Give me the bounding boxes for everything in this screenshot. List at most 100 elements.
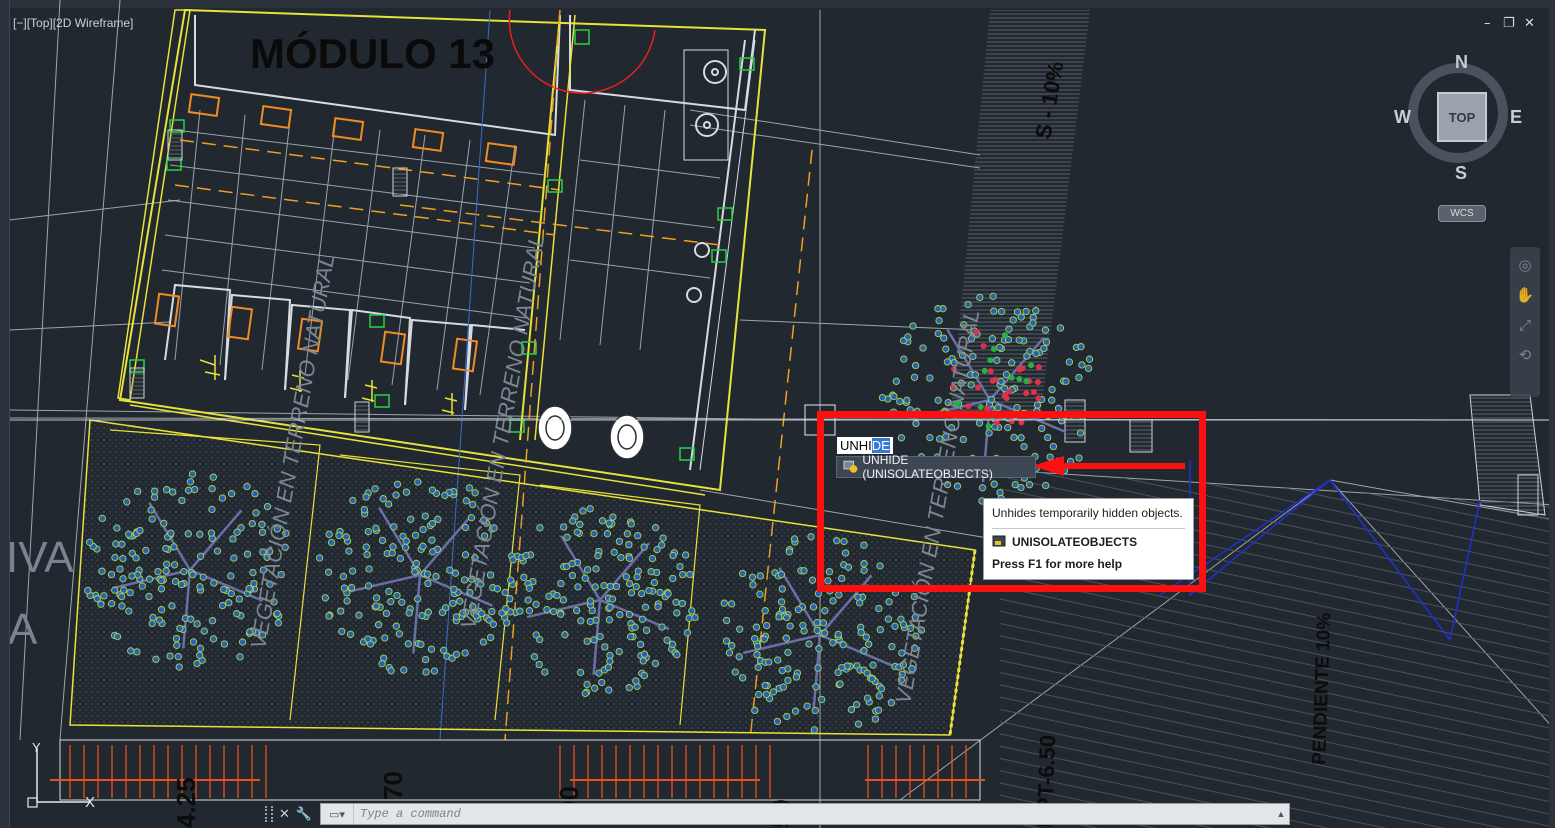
- close-viewport-button[interactable]: ✕: [1524, 16, 1535, 31]
- tree-leaf: [627, 589, 636, 597]
- tree-leaf: [586, 617, 595, 626]
- compass-west[interactable]: W: [1394, 107, 1411, 128]
- tree-leaf: [348, 567, 357, 575]
- tree-leaf: [800, 567, 808, 575]
- restore-button[interactable]: ❐: [1503, 16, 1515, 31]
- dynamic-input-field[interactable]: UNHI DE: [837, 437, 893, 454]
- tree-leaf: [449, 599, 457, 608]
- customize-wrench-icon[interactable]: 🔧: [296, 806, 312, 822]
- autocomplete-suggestion[interactable]: UNHIDE (UNISOLATEOBJECTS): [836, 453, 1036, 481]
- flower-dot: [987, 357, 994, 364]
- command-line-handle[interactable]: ✕ 🔧: [265, 803, 320, 825]
- tree-leaf: [778, 605, 787, 614]
- tree-leaf: [839, 641, 847, 649]
- model-viewport[interactable]: MÓDULO 13 S - 10% PENDIENTE 10% NPT-6.50…: [0, 0, 1555, 828]
- tree-leaf: [964, 300, 972, 309]
- drag-grip-icon[interactable]: [265, 806, 273, 822]
- tree-leaf: [810, 726, 818, 734]
- command-prompt-icon[interactable]: ▭▾: [321, 804, 354, 824]
- tree-leaf: [120, 586, 128, 594]
- command-history-arrow-icon[interactable]: ▲: [1273, 809, 1289, 819]
- flower-dot: [1016, 376, 1023, 382]
- tree-leaf: [688, 607, 696, 615]
- tree-leaf: [338, 627, 346, 636]
- tree-leaf: [362, 493, 370, 501]
- tree-leaf: [207, 529, 216, 537]
- compass-south[interactable]: S: [1455, 163, 1467, 184]
- tree-leaf: [679, 570, 687, 579]
- tree-leaf: [150, 493, 159, 501]
- tree-leaf: [119, 575, 127, 583]
- tree-leaf: [125, 530, 133, 538]
- yellow-fixtures: [199, 355, 458, 415]
- tree-leaf: [225, 599, 233, 607]
- tree-leaf: [1048, 385, 1056, 394]
- tree-leaf: [762, 690, 771, 699]
- steering-wheel-icon[interactable]: ◎: [1514, 255, 1536, 277]
- tree-leaf: [650, 578, 659, 587]
- tree-leaf: [402, 488, 411, 496]
- tree-leaf: [208, 617, 217, 625]
- tree-leaf: [178, 496, 186, 505]
- tree-leaf: [530, 653, 539, 661]
- tree-leaf: [583, 680, 591, 689]
- flower-dot: [1035, 395, 1042, 402]
- tree-leaf: [233, 528, 241, 536]
- viewport-controls-menu[interactable]: [−]: [13, 16, 27, 30]
- tree-leaf: [638, 615, 647, 623]
- visual-style-menu[interactable]: [2D Wireframe]: [53, 16, 134, 30]
- compass-east[interactable]: E: [1510, 107, 1522, 128]
- tree-leaf: [489, 620, 497, 628]
- tree-leaf: [430, 667, 439, 675]
- tree-leaf: [389, 543, 397, 551]
- tree-leaf: [98, 514, 106, 523]
- left-panel-edge: [0, 0, 10, 828]
- flower-dot: [975, 384, 981, 391]
- tree-leaf: [371, 485, 379, 493]
- tree-leaf: [594, 552, 602, 560]
- tree-leaf: [184, 530, 192, 538]
- tree-leaf: [127, 647, 135, 655]
- tree-leaf: [187, 615, 195, 623]
- viewcube-top-face[interactable]: TOP: [1437, 92, 1487, 142]
- tree-leaf: [756, 590, 764, 598]
- command-line[interactable]: ▭▾ Type a command ▲: [320, 803, 1290, 825]
- tree-leaf: [461, 523, 470, 532]
- close-command-line-icon[interactable]: ✕: [279, 806, 290, 822]
- tree-leaf: [168, 602, 176, 610]
- tree-leaf: [189, 638, 198, 646]
- tree-leaf: [598, 517, 607, 525]
- tree-leaf: [392, 491, 400, 499]
- tree-leaf: [364, 582, 373, 590]
- tree-leaf: [428, 548, 437, 556]
- tree-leaf: [123, 498, 131, 506]
- tree-leaf: [423, 570, 432, 578]
- tree-leaf: [167, 529, 175, 537]
- tree-leaf: [506, 595, 514, 603]
- typed-text-selected: DE: [871, 438, 890, 453]
- tree-leaf: [869, 661, 877, 669]
- tree-leaf: [393, 480, 402, 488]
- tree-leaf: [335, 531, 343, 540]
- orbit-icon[interactable]: ⟲: [1514, 345, 1536, 367]
- ucs-x-label: X: [85, 794, 95, 811]
- tree-leaf: [791, 707, 800, 715]
- pan-icon[interactable]: ✋: [1514, 285, 1536, 307]
- zoom-extents-icon[interactable]: ⤢: [1514, 315, 1536, 337]
- compass-north[interactable]: N: [1455, 52, 1468, 73]
- cad-drawing-canvas[interactable]: MÓDULO 13 S - 10% PENDIENTE 10% NPT-6.50…: [0, 0, 1555, 828]
- tree-leaf: [362, 543, 370, 551]
- command-input[interactable]: Type a command: [354, 807, 1273, 821]
- minimize-button[interactable]: –: [1484, 16, 1491, 31]
- tree-leaf: [414, 595, 422, 603]
- view-menu[interactable]: [Top]: [27, 16, 53, 30]
- tree-leaf: [112, 540, 120, 548]
- tree-leaf: [590, 529, 598, 538]
- tree-leaf: [574, 583, 582, 591]
- tree-leaf: [792, 673, 801, 681]
- wcs-menu[interactable]: WCS: [1438, 205, 1486, 222]
- viewcube[interactable]: TOP N S E W: [1394, 52, 1524, 183]
- tree-leaf: [735, 653, 743, 661]
- tree-leaf: [196, 530, 204, 538]
- tree-leaf: [676, 562, 684, 571]
